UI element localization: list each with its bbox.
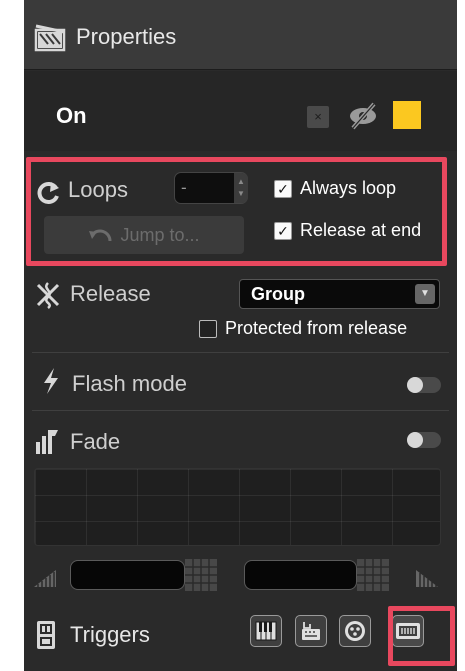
chevron-down-icon[interactable]: ▼	[415, 284, 435, 304]
release-icon	[36, 282, 60, 309]
cue-name[interactable]: On	[56, 103, 87, 129]
lightning-icon	[44, 368, 58, 394]
fade-curve-area[interactable]	[34, 468, 441, 546]
clear-button[interactable]: ×	[307, 106, 329, 128]
keyboard-icon	[302, 622, 320, 640]
always-loop-checkbox[interactable]: ✓	[274, 179, 292, 198]
triggers-label: Triggers	[70, 622, 150, 647]
triggers-icon	[37, 621, 55, 649]
fade-out-field[interactable]	[244, 560, 357, 590]
properties-panel: Properties On × Loops - ▲ ▼ ✓ Always loo…	[24, 0, 457, 671]
loops-stepper[interactable]: ▲ ▼	[234, 173, 248, 203]
dmx-trigger-button[interactable]	[339, 615, 371, 647]
fade-in-ramp-icon	[34, 570, 56, 587]
dmx-connector-icon	[345, 621, 365, 641]
flash-mode-toggle[interactable]	[407, 377, 441, 393]
fade-out-grid-icon[interactable]	[356, 558, 390, 592]
fade-label: Fade	[70, 429, 121, 454]
release-select-value: Group	[251, 284, 305, 304]
flash-mode-label: Flash mode	[72, 371, 187, 396]
hidden-eye-icon[interactable]	[347, 101, 379, 131]
jump-arrow-icon	[89, 229, 112, 242]
divider	[32, 352, 449, 353]
release-at-end-option[interactable]: ✓ Release at end	[274, 220, 421, 241]
panel-header: Properties	[24, 0, 457, 70]
fade-icon	[36, 430, 58, 454]
release-at-end-checkbox[interactable]: ✓	[274, 221, 292, 240]
timecode-icon	[396, 623, 420, 639]
divider	[32, 410, 449, 411]
always-loop-option[interactable]: ✓ Always loop	[274, 178, 396, 199]
stepper-down-icon[interactable]: ▼	[237, 190, 245, 198]
timecode-trigger-button[interactable]	[392, 615, 424, 647]
release-select[interactable]: Group ▼	[239, 279, 440, 309]
stepper-up-icon[interactable]: ▲	[237, 178, 245, 186]
panel-title: Properties	[76, 24, 177, 49]
clapperboard-icon	[34, 24, 66, 52]
keyboard-trigger-button[interactable]	[295, 615, 327, 647]
release-at-end-label: Release at end	[300, 220, 422, 240]
loop-icon	[37, 182, 59, 204]
fade-toggle[interactable]	[407, 432, 441, 448]
piano-keys-icon	[255, 621, 277, 641]
always-loop-label: Always loop	[300, 178, 397, 198]
toggle-knob	[407, 432, 423, 448]
fade-in-field[interactable]	[70, 560, 185, 590]
protected-label: Protected from release	[225, 318, 408, 338]
loops-label: Loops	[68, 177, 128, 202]
fade-out-ramp-icon	[416, 570, 438, 587]
protected-checkbox[interactable]	[199, 319, 217, 338]
jump-to-button[interactable]: Jump to...	[44, 216, 244, 254]
release-label: Release	[70, 281, 151, 306]
protected-option[interactable]: Protected from release	[199, 318, 407, 339]
jump-to-label: Jump to...	[120, 224, 200, 245]
cue-row: On ×	[24, 71, 457, 151]
fade-in-grid-icon[interactable]	[184, 558, 218, 592]
toggle-knob	[407, 377, 423, 393]
color-swatch[interactable]	[393, 101, 421, 129]
piano-trigger-button[interactable]	[250, 615, 282, 647]
